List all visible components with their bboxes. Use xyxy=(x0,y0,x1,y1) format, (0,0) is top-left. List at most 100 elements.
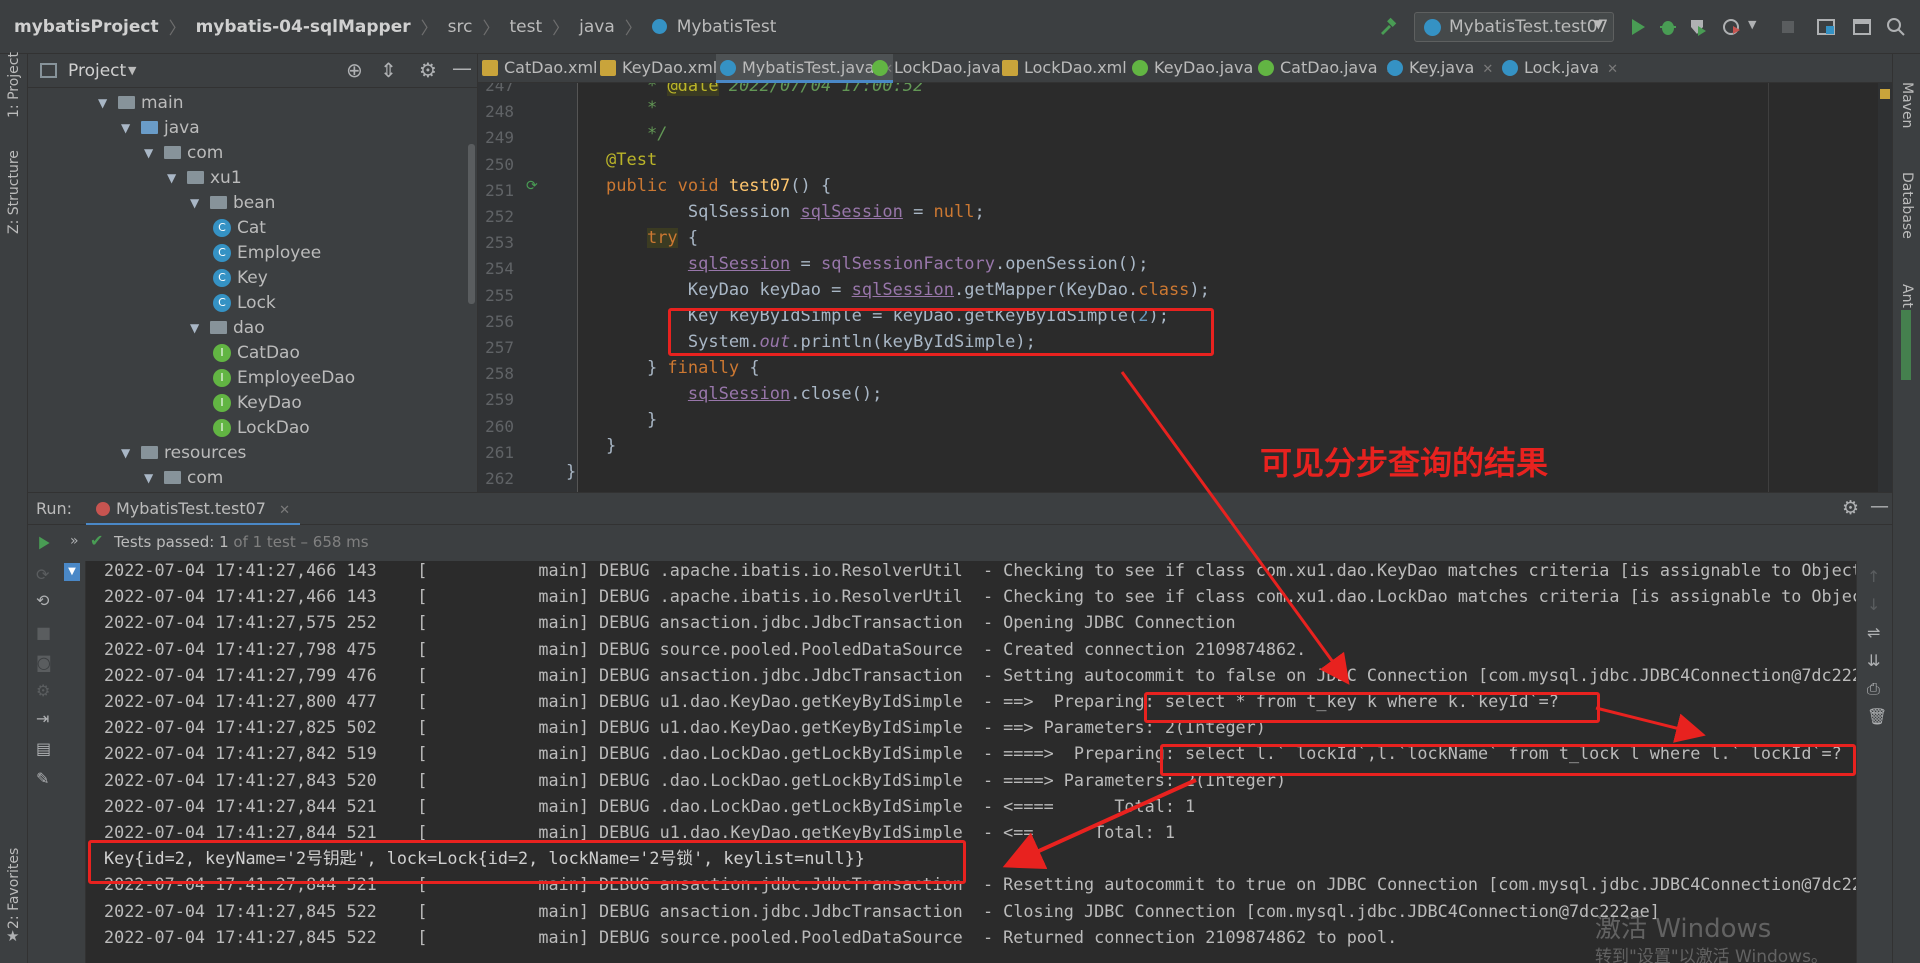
editor-tab[interactable]: Key.java ✕ xyxy=(1383,54,1493,83)
expand-triangle-icon[interactable]: ▼ xyxy=(190,321,204,335)
hide-icon[interactable]: — xyxy=(1870,495,1889,517)
tree-item[interactable]: ▼ xu1 xyxy=(167,165,242,190)
collapse-all-icon[interactable]: ⇕ xyxy=(380,58,397,82)
editor-tab[interactable]: CatDao.java✕ xyxy=(1254,54,1396,83)
console-log-line: 2022-07-04 17:41:27,844 521 [ main] DEBU… xyxy=(104,874,1856,895)
tree-item[interactable]: I CatDao xyxy=(213,340,300,365)
tree-item[interactable]: C Key xyxy=(213,265,268,290)
editor-tab-label: Lock.java xyxy=(1524,58,1600,77)
tool-window-ant[interactable]: Ant xyxy=(1899,284,1915,308)
warning-marker[interactable] xyxy=(1880,89,1890,99)
folder-icon xyxy=(210,321,227,334)
settings-icon[interactable]: ⚙ xyxy=(36,681,50,700)
stop-icon[interactable]: ■ xyxy=(36,623,51,642)
hide-icon[interactable]: — xyxy=(452,56,472,80)
editor-tab[interactable]: KeyDao.java✕ xyxy=(1128,54,1272,83)
gear-icon[interactable]: ⚙ xyxy=(1842,497,1859,519)
debug-bug-icon[interactable] xyxy=(1658,17,1678,37)
tree-item[interactable]: ▼ bean xyxy=(190,190,275,215)
scroll-to-end-icon[interactable]: ⇊ xyxy=(1867,651,1880,670)
tree-item[interactable]: I EmployeeDao xyxy=(213,365,355,390)
project-panel-title[interactable]: Project xyxy=(68,61,126,81)
toggle-auto-test-icon[interactable]: ⟲ xyxy=(36,591,49,610)
rerun-failed-icon[interactable]: ⟳ xyxy=(36,565,49,584)
scroll-up-icon[interactable]: ↑ xyxy=(1867,567,1880,586)
breadcrumb-item[interactable]: mybatisProject xyxy=(14,17,159,37)
close-icon[interactable]: ✕ xyxy=(279,503,290,518)
chevron-down-icon[interactable]: ▼ xyxy=(1748,18,1756,31)
editor-tab[interactable]: MybatisTest.java ✕ xyxy=(716,54,894,83)
editor-tab[interactable]: LockDao.java✕ xyxy=(868,54,1020,83)
breadcrumb-item[interactable]: java xyxy=(579,17,615,37)
tool-window-maven[interactable]: Maven xyxy=(1899,82,1915,128)
expand-triangle-icon[interactable]: ▼ xyxy=(121,446,135,460)
close-icon[interactable]: ✕ xyxy=(1607,62,1618,77)
tool-window-database[interactable]: Database xyxy=(1899,172,1915,239)
close-icon[interactable]: ✕ xyxy=(1482,62,1493,77)
run-gutter-icon[interactable]: ⟳ xyxy=(526,178,538,194)
expand-triangle-icon[interactable]: ▼ xyxy=(121,121,135,135)
tree-item[interactable]: ▼ com xyxy=(144,465,223,490)
trash-icon[interactable]: 🗑 xyxy=(1867,707,1887,726)
project-structure-icon[interactable] xyxy=(1816,17,1836,37)
tool-window-favorites[interactable]: 2: Favorites xyxy=(6,848,22,929)
gear-icon[interactable]: ⚙ xyxy=(419,58,437,82)
filter-icon[interactable]: ▼ xyxy=(64,563,80,581)
print-icon[interactable]: ⎙ xyxy=(1867,679,1880,699)
tree-item[interactable]: ▼ resources xyxy=(121,440,246,465)
tool-window-structure[interactable]: Z: Structure xyxy=(6,150,22,234)
scrollbar[interactable] xyxy=(468,144,475,304)
console-log-line: 2022-07-04 17:41:27,575 252 [ main] DEBU… xyxy=(104,612,1236,633)
expand-icon[interactable]: » xyxy=(70,533,79,549)
coverage-icon[interactable] xyxy=(1688,17,1708,37)
editor-tab[interactable]: Lock.java ✕ xyxy=(1498,54,1618,83)
tree-item[interactable]: I LockDao xyxy=(213,415,310,440)
line-number: 249 xyxy=(485,128,514,148)
pin-icon[interactable]: ✎ xyxy=(36,769,49,788)
profile-icon[interactable] xyxy=(1722,17,1742,37)
stop-icon[interactable] xyxy=(1778,17,1798,37)
soft-wrap-icon[interactable]: ⇌ xyxy=(1867,623,1880,642)
class-icon: C xyxy=(213,293,231,312)
tool-window-project[interactable]: 1: Project xyxy=(6,52,22,118)
tree-item-label: EmployeeDao xyxy=(237,367,356,388)
breadcrumb-item[interactable]: MybatisTest xyxy=(677,17,777,37)
tree-item[interactable]: ▼ main xyxy=(98,90,183,115)
scroll-down-icon[interactable]: ↓ xyxy=(1867,595,1880,614)
tree-item[interactable]: C Employee xyxy=(213,240,321,265)
tree-item-label: com xyxy=(187,142,224,163)
rerun-icon[interactable] xyxy=(36,535,52,551)
search-icon[interactable] xyxy=(1886,17,1906,37)
run-label: Run: xyxy=(36,499,73,518)
locate-target-icon[interactable]: ⊕ xyxy=(346,58,363,82)
breadcrumb-item[interactable]: test xyxy=(509,17,542,37)
run-configuration-select[interactable]: MybatisTest.test07 ▼ xyxy=(1414,12,1614,42)
tree-item[interactable]: C Cat xyxy=(213,215,266,240)
run-tab[interactable]: MybatisTest.test07 ✕ xyxy=(86,493,300,526)
layout-icon[interactable]: ▤ xyxy=(36,739,51,758)
expand-triangle-icon[interactable]: ▼ xyxy=(144,471,158,485)
build-hammer-icon[interactable] xyxy=(1378,17,1398,37)
editor-tab[interactable]: LockDao.xml✕ xyxy=(998,54,1146,83)
chevron-down-icon[interactable]: ▼ xyxy=(128,64,136,77)
export-icon[interactable]: ⇥ xyxy=(36,709,49,728)
line-number: 247 xyxy=(485,83,514,95)
run-icon[interactable] xyxy=(1628,17,1648,37)
expand-triangle-icon[interactable]: ▼ xyxy=(144,146,158,160)
expand-triangle-icon[interactable]: ▼ xyxy=(98,96,112,110)
editor-tab-label: MybatisTest.java xyxy=(742,58,875,77)
camera-icon[interactable]: ◙ xyxy=(36,653,52,672)
code-editor[interactable]: 247 248 249 250 251 252 253 254 255 256 257 258 259 2… xyxy=(478,83,1892,492)
expand-triangle-icon[interactable]: ▼ xyxy=(190,196,204,210)
tree-item[interactable]: ▼ com xyxy=(144,140,223,165)
run-panel-header: Run: MybatisTest.test07 ✕ ⚙ — xyxy=(28,492,1892,526)
tree-item[interactable]: ▼ java xyxy=(121,115,200,140)
breadcrumb-item[interactable]: src xyxy=(448,17,473,37)
layout-icon[interactable] xyxy=(1852,17,1872,37)
tree-item[interactable]: ▼ dao xyxy=(190,315,265,340)
breadcrumb-item[interactable]: mybatis-04-sqlMapper xyxy=(196,17,411,37)
tree-item[interactable]: C Lock xyxy=(213,290,276,315)
expand-triangle-icon[interactable]: ▼ xyxy=(167,171,181,185)
console-output[interactable]: 2022-07-04 17:41:27,466 143 [ main] DEBU… xyxy=(86,561,1856,963)
tree-item[interactable]: I KeyDao xyxy=(213,390,302,415)
